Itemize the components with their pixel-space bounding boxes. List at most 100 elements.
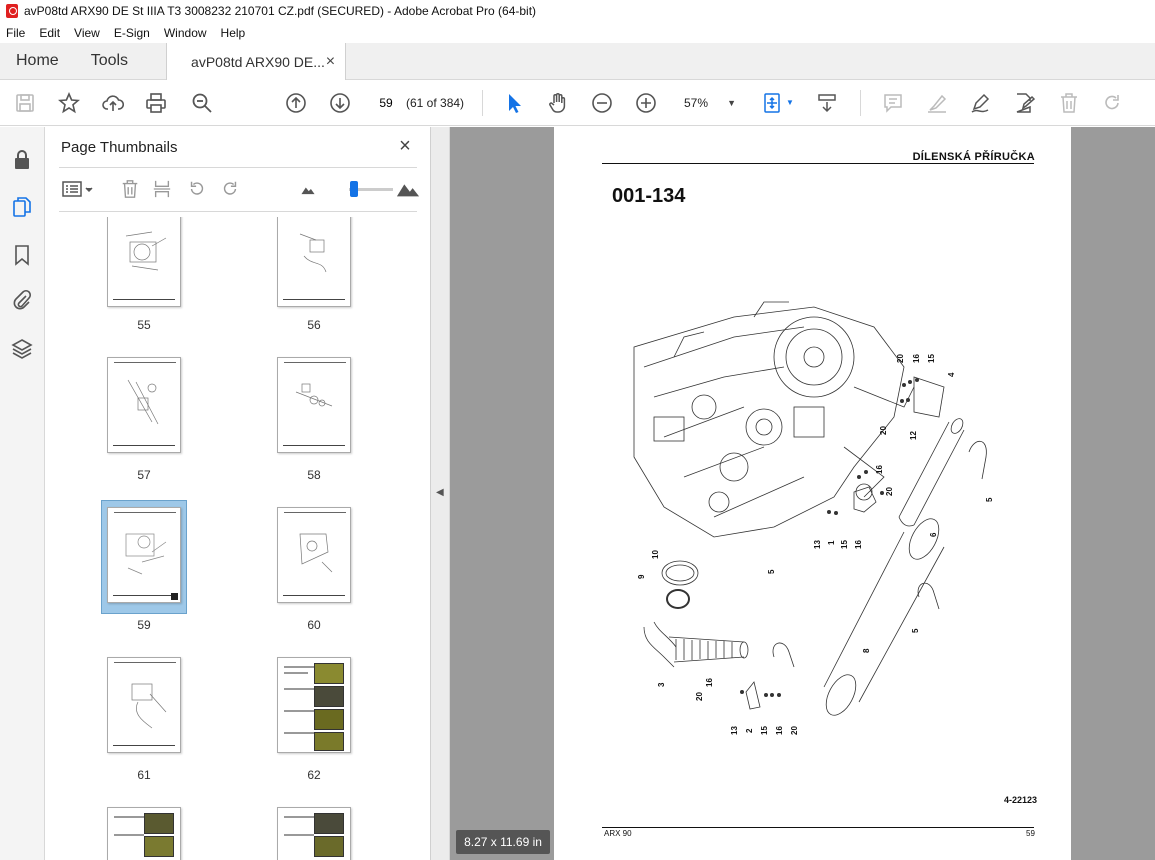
- callout-label: 16: [775, 726, 784, 735]
- options-menu-icon[interactable]: [61, 177, 95, 201]
- thumbnail-page[interactable]: [107, 657, 181, 753]
- page-number-input[interactable]: [372, 92, 400, 114]
- menu-edit[interactable]: Edit: [39, 26, 60, 40]
- thumbnail-header-line: [114, 662, 176, 663]
- rotate-right-icon[interactable]: [219, 177, 241, 201]
- thumbnail-footer-line: [113, 745, 175, 746]
- tab-tools[interactable]: Tools: [75, 43, 144, 79]
- collapse-arrow-icon[interactable]: ◀: [436, 487, 444, 498]
- hand-tool-icon[interactable]: [546, 91, 570, 115]
- thumbnail-footer-line: [283, 445, 345, 446]
- thumbnail-photo: [144, 813, 174, 834]
- thumbnail-text-line: [284, 816, 314, 818]
- thumbnail-page[interactable]: [107, 217, 181, 307]
- footer-rule: [602, 827, 1034, 828]
- draw-pen-icon[interactable]: [968, 91, 992, 115]
- tab-document-label: avP08td ARX90 DE...: [191, 53, 325, 70]
- thumbnail-photo: [314, 732, 344, 751]
- attachment-paperclip-icon[interactable]: [10, 288, 34, 312]
- zoom-out-icon[interactable]: [590, 91, 614, 115]
- print-icon[interactable]: [144, 91, 168, 115]
- menu-window[interactable]: Window: [164, 26, 207, 40]
- upload-cloud-icon[interactable]: [101, 91, 125, 115]
- previous-page-icon[interactable]: [284, 91, 308, 115]
- panel-divider: [59, 211, 417, 212]
- thumbnail-text-line: [114, 816, 144, 818]
- callout-label: 15: [760, 726, 769, 735]
- fit-chevron-down-icon[interactable]: ▼: [786, 98, 794, 107]
- page-thumbnails-icon[interactable]: [10, 195, 34, 219]
- panel-close-icon[interactable]: ×: [395, 135, 415, 157]
- bookmark-icon[interactable]: [10, 243, 34, 267]
- thumbnail-delete-icon[interactable]: [119, 177, 141, 201]
- scroll-mode-icon[interactable]: [815, 91, 839, 115]
- thumbnail-text-line: [284, 710, 314, 712]
- tab-document[interactable]: avP08td ARX90 DE... ×: [166, 43, 347, 80]
- large-mountain-icon[interactable]: [395, 177, 421, 201]
- redo-icon[interactable]: [1100, 91, 1124, 115]
- zoom-search-icon[interactable]: [190, 91, 214, 115]
- callout-label: 20: [879, 426, 888, 435]
- thumbnail-footer-line: [283, 299, 345, 300]
- thumbnail-text-line: [284, 688, 314, 690]
- callout-label: 5: [767, 569, 776, 574]
- thumbnail-page[interactable]: [277, 807, 351, 860]
- thumbnail-header-line: [284, 362, 346, 363]
- edit-document-icon[interactable]: [1012, 91, 1036, 115]
- thumbnail-grid: 55 56 57 58 59 60 61 62: [45, 217, 410, 860]
- thumbnail-drawing: [299, 533, 333, 573]
- zoom-in-icon[interactable]: [634, 91, 658, 115]
- thumbnail-photo: [314, 836, 344, 857]
- callout-label: 20: [790, 726, 799, 735]
- current-page-marker: [171, 593, 178, 600]
- fit-page-icon[interactable]: [760, 91, 784, 115]
- layers-icon[interactable]: [10, 336, 34, 360]
- menu-file[interactable]: File: [6, 26, 25, 40]
- exploded-parts-drawing: 20 16 15 4 20 12 16 20 5 13 1 15 16 6 10…: [633, 301, 994, 735]
- thumbnail-page[interactable]: [107, 357, 181, 453]
- menu-view[interactable]: View: [74, 26, 100, 40]
- small-mountain-icon[interactable]: [297, 177, 319, 201]
- tab-home[interactable]: Home: [0, 43, 75, 79]
- callout-label: 6: [929, 532, 938, 537]
- rotate-left-icon[interactable]: [186, 177, 208, 201]
- thumbnail-page[interactable]: [277, 357, 351, 453]
- thumbnail-page[interactable]: [107, 807, 181, 860]
- callout-label: 8: [862, 648, 871, 653]
- thumbnail-page[interactable]: [277, 657, 351, 753]
- thumbnail-text-line: [284, 672, 308, 674]
- panel-divider: [59, 167, 417, 168]
- callout-label: 20: [695, 692, 704, 701]
- save-icon[interactable]: [13, 91, 37, 115]
- thumbnail-header-line: [114, 512, 176, 513]
- next-page-icon[interactable]: [328, 91, 352, 115]
- panel-collapse-strip[interactable]: ◀: [431, 127, 450, 860]
- thumbnail-page[interactable]: [277, 217, 351, 307]
- menu-esign[interactable]: E-Sign: [114, 26, 150, 40]
- split-pages-icon[interactable]: [151, 177, 173, 201]
- select-arrow-icon[interactable]: [502, 91, 526, 115]
- comment-icon[interactable]: [881, 91, 905, 115]
- star-icon[interactable]: [57, 91, 81, 115]
- thumbnail-text-line: [284, 732, 314, 734]
- highlight-pen-icon[interactable]: [925, 91, 949, 115]
- thumbnail-text-line: [114, 834, 144, 836]
- thumbnail-page[interactable]: [277, 507, 351, 603]
- menu-help[interactable]: Help: [221, 26, 246, 40]
- tab-bar: Home Tools avP08td ARX90 DE... ×: [0, 43, 1155, 80]
- lock-icon[interactable]: [10, 147, 34, 171]
- thumbnail-header-line: [114, 362, 176, 363]
- thumbnail-size-slider-handle[interactable]: [350, 181, 358, 197]
- thumbnail-page-number: 62: [307, 768, 321, 782]
- delete-trash-icon[interactable]: [1057, 91, 1081, 115]
- menu-bar: File Edit View E-Sign Window Help: [0, 22, 1155, 43]
- tab-close-icon[interactable]: ×: [326, 53, 335, 71]
- zoom-level-value: 57%: [684, 96, 709, 110]
- thumbnail-page-number: 61: [137, 768, 151, 782]
- callout-label: 20: [896, 354, 905, 363]
- thumbnail-page-selected[interactable]: [107, 507, 181, 603]
- thumbnail-header-line: [284, 512, 346, 513]
- page-count: (61 of 384): [406, 96, 465, 110]
- callout-label: 15: [840, 540, 849, 549]
- zoom-level-select[interactable]: 57% ▼: [678, 92, 742, 114]
